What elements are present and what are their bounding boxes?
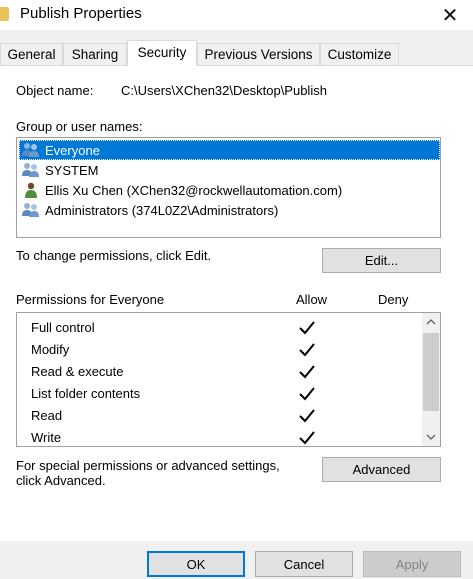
checkmark-icon (299, 343, 315, 357)
cancel-button[interactable]: Cancel (255, 551, 353, 577)
object-name-value: C:\Users\XChen32\Desktop\Publish (121, 83, 327, 98)
special-permissions-hint-line2: click Advanced. (16, 473, 106, 488)
window-title: Publish Properties (20, 5, 142, 22)
checkmark-icon (299, 321, 315, 335)
tab-sharing[interactable]: Sharing (63, 43, 127, 65)
user-icon (25, 182, 37, 198)
permission-name: Write (31, 430, 62, 445)
users-group-icon (22, 203, 39, 217)
permission-row: Full control (17, 317, 421, 339)
permission-row: List folder contents (17, 383, 421, 405)
scroll-up-arrow-icon[interactable] (422, 313, 440, 331)
user-row-system[interactable]: SYSTEM (19, 160, 440, 180)
permission-name: Read (31, 408, 63, 423)
user-list[interactable]: Everyone SYSTEM Ellis Xu Chen (XChen32@r… (16, 137, 441, 238)
permission-row: Write (17, 427, 421, 449)
tab-security[interactable]: Security (127, 40, 197, 66)
checkmark-icon (299, 387, 315, 401)
users-group-icon (22, 163, 39, 177)
user-name: Everyone (45, 142, 100, 158)
user-row-ellis[interactable]: Ellis Xu Chen (XChen32@rockwellautomatio… (19, 180, 440, 200)
folder-icon (0, 7, 9, 21)
change-permissions-hint: To change permissions, click Edit. (16, 248, 212, 263)
title-bar: Publish Properties ✕ (0, 0, 473, 30)
scroll-down-arrow-icon[interactable] (422, 428, 440, 446)
tab-strip: General Sharing Security Previous Versio… (0, 40, 473, 66)
deny-column-header: Deny (378, 292, 409, 307)
tab-general[interactable]: General (0, 43, 63, 65)
permission-name: Modify (31, 342, 70, 357)
user-name: SYSTEM (45, 162, 99, 178)
permission-row: Read (17, 405, 421, 427)
permissions-list[interactable]: Full control Modify Read & execute List … (16, 312, 441, 447)
user-name: Administrators (374L0Z2\Administrators) (45, 202, 279, 218)
permission-row: Modify (17, 339, 421, 361)
tab-customize[interactable]: Customize (320, 43, 399, 65)
user-row-everyone[interactable]: Everyone (19, 140, 440, 160)
ok-button[interactable]: OK (147, 551, 245, 577)
permission-row: Read & execute (17, 361, 421, 383)
group-users-label: Group or user names: (16, 119, 143, 134)
permission-name: Full control (31, 320, 95, 335)
permission-name: List folder contents (31, 386, 141, 401)
special-permissions-hint-line1: For special permissions or advanced sett… (16, 458, 280, 473)
permission-name: Read & execute (31, 364, 124, 379)
users-group-icon (22, 143, 39, 157)
scrollbar-thumb[interactable] (423, 333, 439, 411)
permissions-header: Permissions for Everyone (16, 292, 165, 307)
user-name: Ellis Xu Chen (XChen32@rockwellautomatio… (45, 182, 343, 198)
allow-column-header: Allow (296, 292, 328, 307)
checkmark-icon (299, 409, 315, 423)
tab-previous-versions[interactable]: Previous Versions (197, 43, 320, 65)
object-name-label: Object name: (16, 83, 94, 98)
apply-button[interactable]: Apply (363, 551, 461, 577)
edit-button[interactable]: Edit... (322, 248, 441, 273)
user-row-administrators[interactable]: Administrators (374L0Z2\Administrators) (19, 200, 440, 220)
checkmark-icon (299, 365, 315, 379)
checkmark-icon (299, 431, 315, 445)
close-button[interactable]: ✕ (427, 0, 473, 30)
advanced-button[interactable]: Advanced (322, 457, 441, 482)
permissions-scrollbar[interactable] (422, 313, 440, 446)
